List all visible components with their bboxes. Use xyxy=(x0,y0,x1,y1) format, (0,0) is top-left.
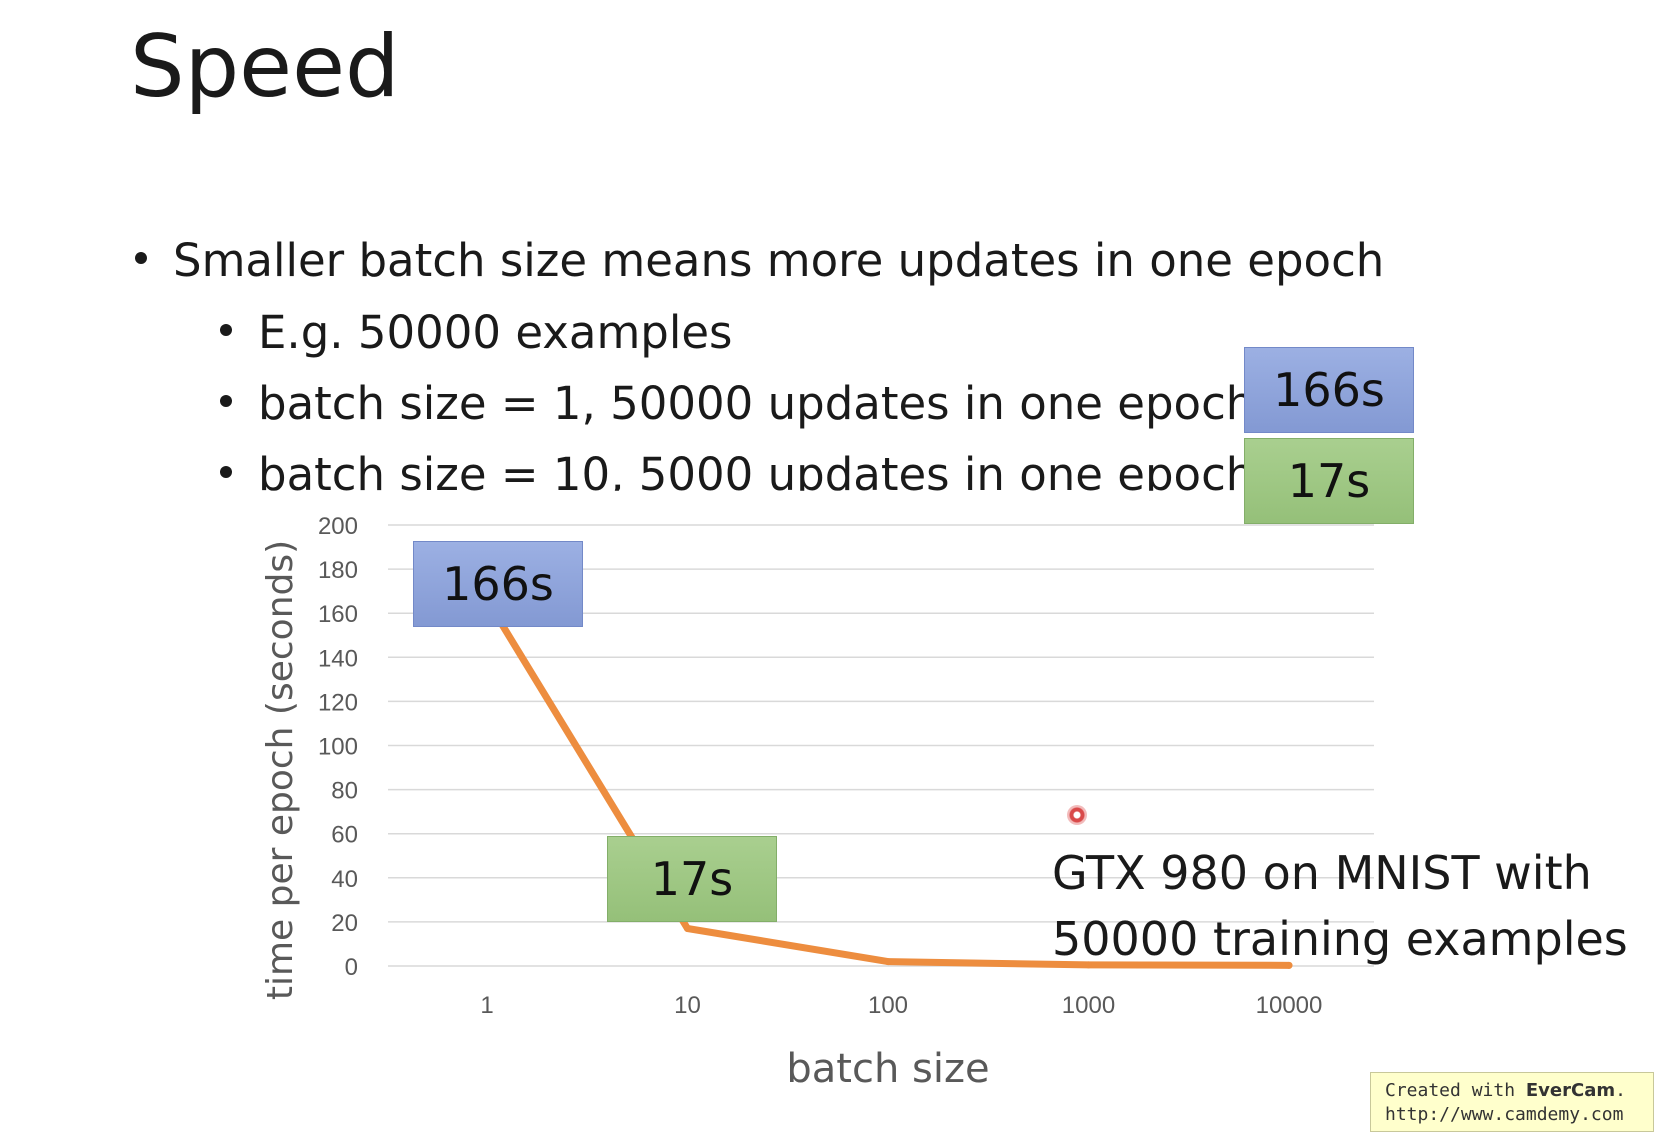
watermark-url[interactable]: http://www.camdemy.com xyxy=(1385,1103,1639,1127)
x-tick-label: 1 xyxy=(480,992,493,1019)
chart-note-line-1: GTX 980 on MNIST with xyxy=(1052,846,1592,900)
y-tick-label: 140 xyxy=(318,645,358,672)
y-tick-label: 0 xyxy=(345,954,358,981)
watermark-prefix: Created with xyxy=(1385,1080,1526,1101)
y-axis-label: time per epoch (seconds) xyxy=(260,540,301,1000)
y-tick-label: 80 xyxy=(331,778,358,805)
y-tick-label: 160 xyxy=(318,601,358,628)
watermark-created-line: Created with EverCam. xyxy=(1385,1079,1639,1103)
chart-note-line-2: 50000 training examples xyxy=(1052,912,1628,966)
data-point xyxy=(684,925,691,933)
y-tick-label: 180 xyxy=(318,557,358,584)
y-tick-label: 200 xyxy=(318,513,358,540)
y-tick-label: 40 xyxy=(331,866,358,893)
watermark-suffix: . xyxy=(1615,1080,1626,1101)
chart-annotation-166s: 166s xyxy=(413,541,583,627)
y-tick-label: 20 xyxy=(331,910,358,937)
watermark[interactable]: Created with EverCam. http://www.camdemy… xyxy=(1370,1072,1654,1132)
x-tick-label: 1000 xyxy=(1062,992,1115,1019)
chart-annotation-17s: 17s xyxy=(607,836,777,922)
y-tick-label: 100 xyxy=(318,734,358,761)
data-point xyxy=(884,958,892,966)
x-tick-label: 100 xyxy=(868,992,908,1019)
chart-note: GTX 980 on MNIST with 50000 training exa… xyxy=(1052,840,1628,972)
watermark-brand: EverCam xyxy=(1525,1080,1616,1101)
y-tick-label: 120 xyxy=(318,689,358,716)
x-axis-label: batch size xyxy=(786,1046,989,1092)
x-tick-label: 10 xyxy=(674,992,701,1019)
pointer-cursor-icon xyxy=(1067,805,1087,825)
x-tick-label: 10000 xyxy=(1256,992,1323,1019)
y-tick-label: 60 xyxy=(331,822,358,849)
